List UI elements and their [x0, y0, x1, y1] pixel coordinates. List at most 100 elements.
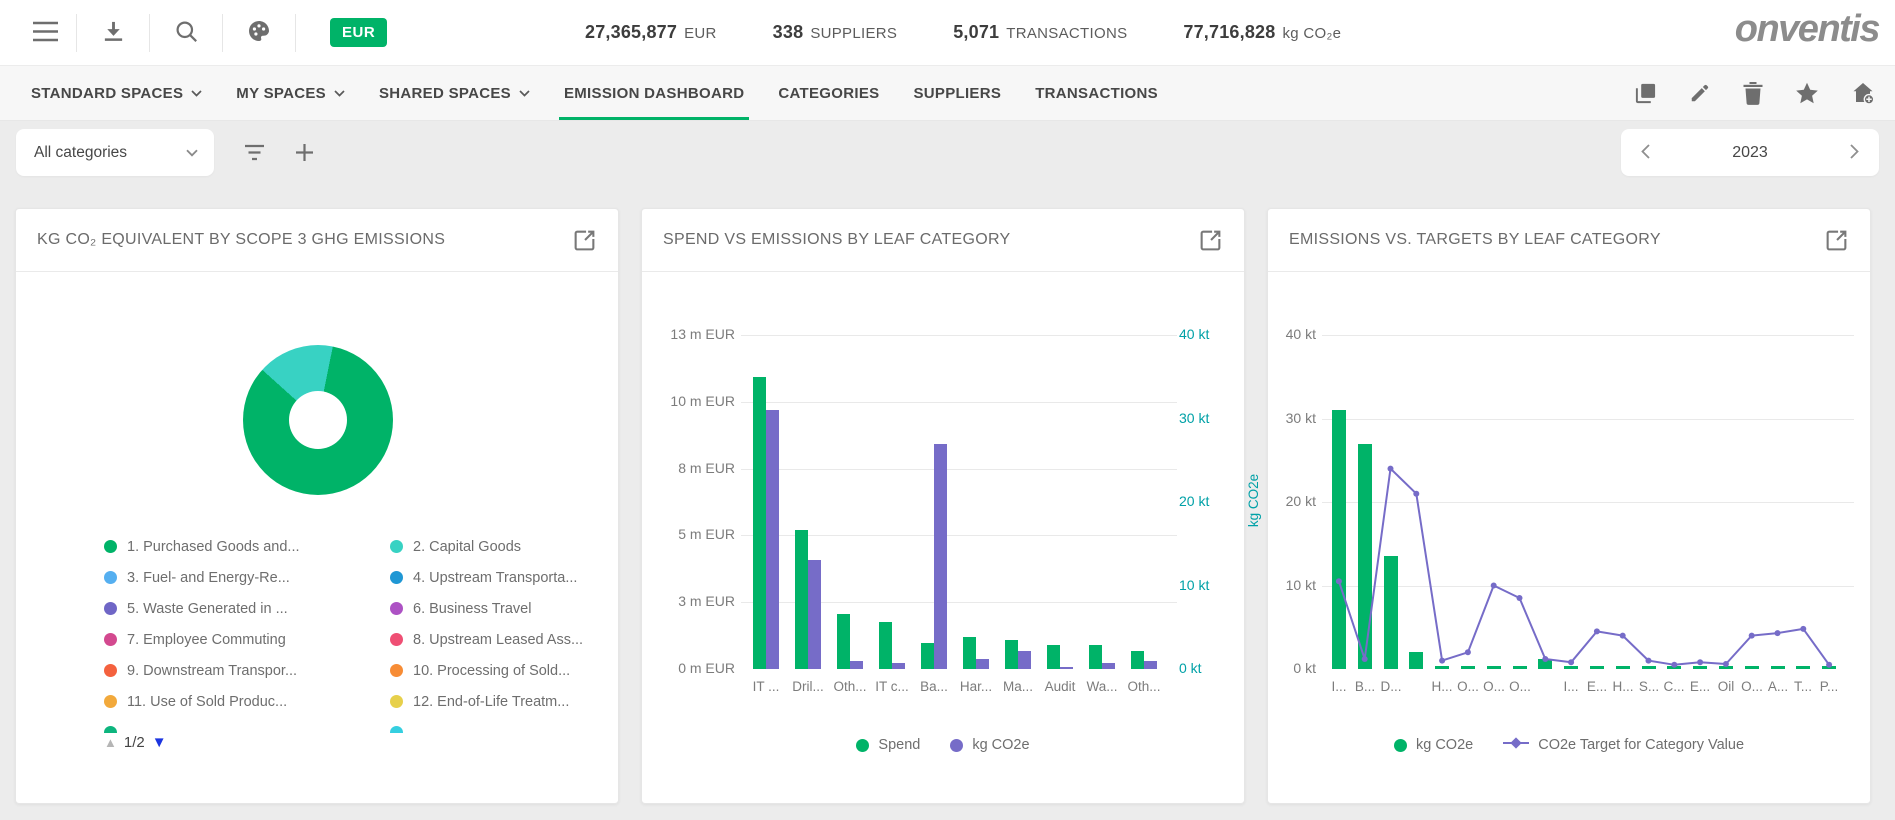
chart-legend: kg CO2e CO2e Target for Category Value [1268, 737, 1870, 753]
donut-legend: 1. Purchased Goods and... 2. Capital Good… [104, 531, 620, 733]
y2-axis-tick-label: 0 kt [1179, 660, 1202, 676]
card-header: KG CO₂ EQUIVALENT BY SCOPE 3 GHG EMISSIO… [16, 209, 618, 272]
legend-label: CO2e Target for Category Value [1538, 737, 1744, 753]
legend-item-11[interactable]: 11. Use of Sold Produc... [104, 686, 390, 717]
legend-page-down-icon[interactable]: ▼ [152, 734, 167, 751]
legend-pager: ▲ 1/2 ▼ [104, 734, 167, 751]
tab-label: SUPPLIERS [913, 85, 1001, 102]
edit-icon[interactable] [1689, 82, 1711, 104]
gridline [741, 402, 1177, 403]
download-icon[interactable] [102, 20, 125, 46]
legend-dot [104, 726, 117, 733]
legend-dot [390, 540, 403, 553]
stat-unit: TRANSACTIONS [1006, 25, 1127, 42]
legend-dot [104, 664, 117, 677]
chart-legend: Spend kg CO2e [642, 737, 1244, 753]
legend-item-co2e-target-for-category-value[interactable]: CO2e Target for Category Value [1503, 737, 1744, 753]
delete-icon[interactable] [1743, 82, 1763, 105]
tab-label: EMISSION DASHBOARD [564, 85, 744, 102]
bar-spend-5 [921, 643, 934, 669]
legend-item-5[interactable]: 5. Waste Generated in ... [104, 593, 390, 624]
bar-spend-2 [795, 530, 808, 669]
filter-icon[interactable] [244, 144, 265, 161]
legend-dot [104, 695, 117, 708]
tab-my-spaces[interactable]: MY SPACES [219, 66, 362, 120]
filter-bar: All categories 2023 [0, 121, 1895, 184]
tab-label: TRANSACTIONS [1035, 85, 1158, 102]
legend-item-2[interactable]: 2. Capital Goods [390, 531, 620, 562]
next-year-icon[interactable] [1850, 144, 1859, 162]
x-axis-label: Oth... [1119, 679, 1169, 694]
legend-item-10[interactable]: 10. Processing of Sold... [390, 655, 620, 686]
y-axis-tick-label: 30 kt [1230, 410, 1316, 426]
nav-tabs: STANDARD SPACES MY SPACESSHARED SPACES EMI… [14, 66, 1175, 120]
legend-item-13[interactable] [104, 717, 390, 733]
favorite-icon[interactable] [1795, 82, 1819, 105]
legend-label: kg CO2e [972, 737, 1029, 753]
tab-suppliers[interactable]: SUPPLIERS [896, 66, 1018, 120]
tab-emission-dashboard[interactable]: EMISSION DASHBOARD [547, 66, 761, 120]
line-marker-icon [1503, 737, 1529, 753]
legend-label: 10. Processing of Sold... [413, 663, 570, 679]
legend-item-12[interactable]: 12. End-of-Life Treatm... [390, 686, 620, 717]
dashboard-cards: KG CO₂ EQUIVALENT BY SCOPE 3 GHG EMISSIO… [0, 184, 1895, 804]
legend-label: 1. Purchased Goods and... [127, 539, 300, 555]
legend-label: 5. Waste Generated in ... [127, 601, 288, 617]
target-line [1326, 335, 1842, 669]
legend-label: 2. Capital Goods [413, 539, 521, 555]
legend-item-4[interactable]: 4. Upstream Transporta... [390, 562, 620, 593]
legend-label: kg CO2e [1416, 737, 1473, 753]
bar-spend-7 [1005, 640, 1018, 669]
legend-item-3[interactable]: 3. Fuel- and Energy-Re... [104, 562, 390, 593]
stat-eur: 27,365,877EUR [585, 22, 717, 43]
bar-co2-10 [1144, 661, 1157, 669]
header-stats: 27,365,877EUR338SUPPLIERS5,071TRANSACTIO… [585, 0, 1341, 65]
tab-label: STANDARD SPACES [31, 85, 183, 102]
add-dashboard-icon[interactable] [1851, 81, 1875, 105]
tab-transactions[interactable]: TRANSACTIONS [1018, 66, 1175, 120]
donut-chart[interactable] [243, 345, 393, 495]
currency-badge[interactable]: EUR [330, 18, 387, 47]
legend-item-8[interactable]: 8. Upstream Leased Ass... [390, 624, 620, 655]
search-icon[interactable] [175, 20, 198, 46]
y2-axis-tick-label: 40 kt [1179, 326, 1209, 342]
legend-page-indicator: 1/2 [124, 734, 145, 751]
nav-action-icons [1634, 66, 1875, 120]
year-value: 2023 [1732, 144, 1768, 162]
card-spend-vs-emissions: SPEND VS EMISSIONS BY LEAF CATEGORY 13 m… [641, 208, 1245, 804]
chevron-down-icon [191, 90, 202, 97]
legend-item-spend[interactable]: Spend [856, 737, 920, 753]
header-icon-group: EUR [0, 0, 387, 65]
copy-icon[interactable] [1634, 82, 1657, 105]
menu-icon[interactable] [32, 21, 59, 45]
gridline [741, 335, 1177, 336]
y-axis-tick-label: 13 m EUR [649, 326, 735, 342]
add-icon[interactable] [295, 143, 314, 162]
legend-label: Spend [878, 737, 920, 753]
legend-page-up-icon[interactable]: ▲ [104, 735, 117, 750]
legend-item-kg-co2e[interactable]: kg CO2e [1394, 737, 1473, 753]
stat-value: 5,071 [953, 22, 999, 43]
legend-item-6[interactable]: 6. Business Travel [390, 593, 620, 624]
tab-standard-spaces[interactable]: STANDARD SPACES [14, 66, 219, 120]
legend-dot [856, 739, 869, 752]
legend-item-kg-co2e[interactable]: kg CO2e [950, 737, 1029, 753]
top-header: EUR 27,365,877EUR338SUPPLIERS5,071TRANSA… [0, 0, 1895, 66]
category-filter-select[interactable]: All categories [16, 129, 214, 176]
theme-palette-icon[interactable] [247, 19, 271, 46]
legend-dot [390, 602, 403, 615]
legend-dot [390, 571, 403, 584]
tab-categories[interactable]: CATEGORIES [761, 66, 896, 120]
y-axis-tick-label: 0 m EUR [649, 660, 735, 676]
legend-item-9[interactable]: 9. Downstream Transpor... [104, 655, 390, 686]
previous-year-icon[interactable] [1641, 144, 1650, 162]
y-axis-tick-label: 8 m EUR [649, 460, 735, 476]
tab-shared-spaces[interactable]: SHARED SPACES [362, 66, 547, 120]
legend-item-7[interactable]: 7. Employee Commuting [104, 624, 390, 655]
legend-item-1[interactable]: 1. Purchased Goods and... [104, 531, 390, 562]
open-in-new-icon[interactable] [572, 228, 597, 253]
legend-item-14[interactable] [390, 717, 620, 733]
stat-transactions: 5,071 TRANSACTIONS [953, 22, 1127, 43]
bar-spend-8 [1047, 645, 1060, 669]
stat-unit: SUPPLIERS [810, 25, 897, 42]
